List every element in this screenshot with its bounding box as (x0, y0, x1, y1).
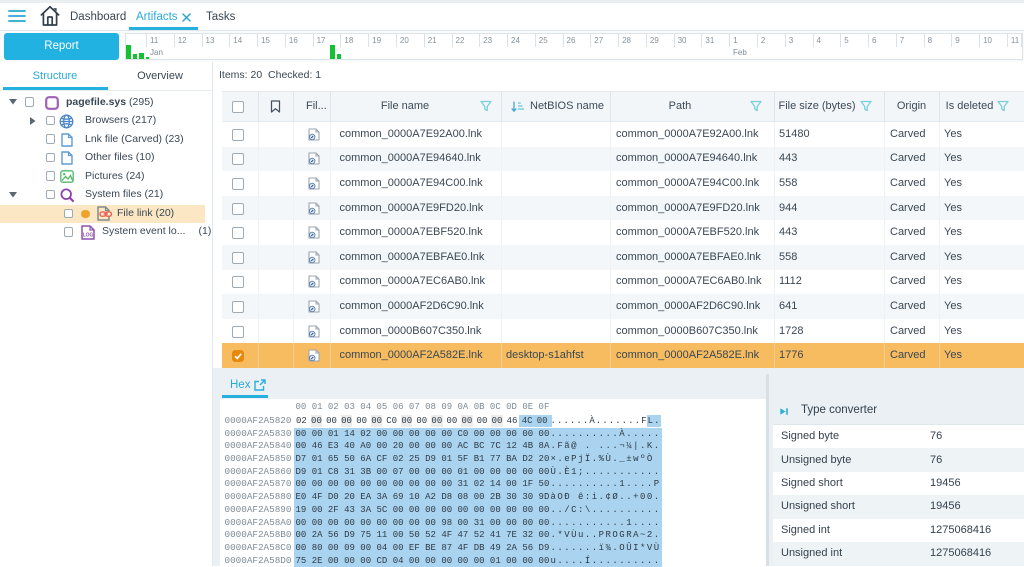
svg-text:LOG: LOG (83, 232, 94, 238)
